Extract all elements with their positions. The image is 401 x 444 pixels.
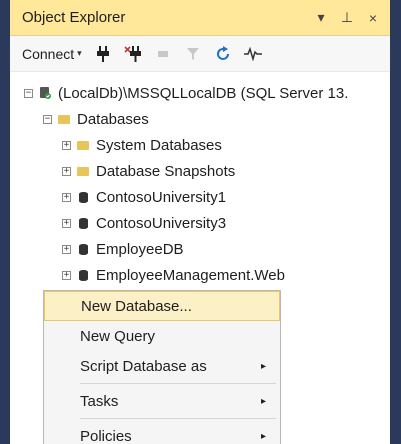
collapse-toggle[interactable]: − — [43, 114, 52, 124]
close-icon[interactable]: × — [366, 10, 380, 26]
submenu-arrow-icon: ▸ — [260, 430, 266, 442]
database-icon — [76, 190, 90, 204]
expand-toggle[interactable]: + — [62, 166, 71, 176]
stop-icon[interactable] — [154, 45, 172, 63]
tree-node-employeemanagement-web[interactable]: + EmployeeManagement.Web — [10, 262, 390, 288]
menu-item-label: Script Database as — [80, 357, 207, 375]
expand-toggle[interactable]: + — [62, 218, 71, 228]
context-menu: New Database... New Query Script Databas… — [43, 290, 281, 444]
menu-item-label: New Query — [80, 327, 156, 345]
expand-toggle[interactable]: + — [62, 270, 71, 280]
server-icon — [38, 86, 52, 100]
menu-item-new-database[interactable]: New Database... — [44, 291, 280, 321]
tree-node-label: Database Snapshots — [96, 162, 236, 180]
disconnect-plug-icon[interactable] — [124, 45, 142, 63]
tree-node-databases[interactable]: − Databases — [10, 106, 390, 132]
tree-node-label: EmployeeDB — [96, 240, 184, 258]
menu-item-script-database-as[interactable]: Script Database as ▸ — [44, 351, 280, 381]
pin-icon[interactable]: ⊥ — [340, 9, 354, 26]
tree-node-contosouniversity1[interactable]: + ContosoUniversity1 — [10, 184, 390, 210]
panel-title: Object Explorer — [22, 9, 126, 26]
submenu-arrow-icon: ▸ — [260, 360, 266, 372]
tree-node-label: (LocalDb)\MSSQLLocalDB (SQL Server 13. — [58, 84, 349, 102]
chevron-down-icon: ▾ — [77, 48, 82, 58]
object-explorer-panel: Object Explorer ▾ ⊥ × Connect ▾ − (Local… — [10, 0, 390, 444]
activity-monitor-icon[interactable] — [243, 45, 262, 63]
refresh-icon[interactable] — [214, 45, 232, 63]
menu-separator — [80, 418, 276, 419]
menu-separator — [80, 383, 276, 384]
tree-node-label: ContosoUniversity3 — [96, 214, 227, 232]
menu-item-label: Tasks — [80, 392, 119, 410]
database-icon — [76, 242, 90, 256]
menu-item-tasks[interactable]: Tasks ▸ — [44, 386, 280, 416]
tree-node-label: EmployeeManagement.Web — [96, 266, 285, 284]
tree-node-label: System Databases — [96, 136, 222, 154]
database-icon — [76, 216, 90, 230]
expand-toggle[interactable]: + — [62, 140, 71, 150]
tree-node-database-snapshots[interactable]: + Database Snapshots — [10, 158, 390, 184]
tree-node-label: Databases — [77, 110, 149, 128]
menu-item-policies[interactable]: Policies ▸ — [44, 421, 280, 444]
tree-node-contosouniversity3[interactable]: + ContosoUniversity3 — [10, 210, 390, 236]
tree-node-system-databases[interactable]: + System Databases — [10, 132, 390, 158]
connect-label: Connect — [22, 45, 75, 62]
menu-item-label: New Database... — [81, 297, 192, 315]
expand-toggle[interactable]: + — [62, 244, 71, 254]
folder-icon — [76, 164, 90, 178]
collapse-toggle[interactable]: − — [24, 88, 33, 98]
folder-icon — [57, 112, 71, 126]
tree-node-server[interactable]: − (LocalDb)\MSSQLLocalDB (SQL Server 13. — [10, 80, 390, 106]
panel-title-bar: Object Explorer ▾ ⊥ × — [10, 0, 390, 36]
object-tree: − (LocalDb)\MSSQLLocalDB (SQL Server 13.… — [10, 72, 390, 288]
connect-plug-icon[interactable] — [94, 45, 112, 63]
menu-item-label: Policies — [80, 427, 132, 444]
tree-node-label: ContosoUniversity1 — [96, 188, 227, 206]
explorer-toolbar: Connect ▾ — [10, 36, 390, 72]
folder-icon — [76, 138, 90, 152]
dropdown-icon[interactable]: ▾ — [314, 9, 328, 26]
filter-icon[interactable] — [184, 45, 202, 63]
tree-node-employeedb[interactable]: + EmployeeDB — [10, 236, 390, 262]
database-icon — [76, 268, 90, 282]
menu-item-new-query[interactable]: New Query — [44, 321, 280, 351]
submenu-arrow-icon: ▸ — [260, 395, 266, 407]
expand-toggle[interactable]: + — [62, 192, 71, 202]
connect-button[interactable]: Connect ▾ — [22, 46, 82, 62]
